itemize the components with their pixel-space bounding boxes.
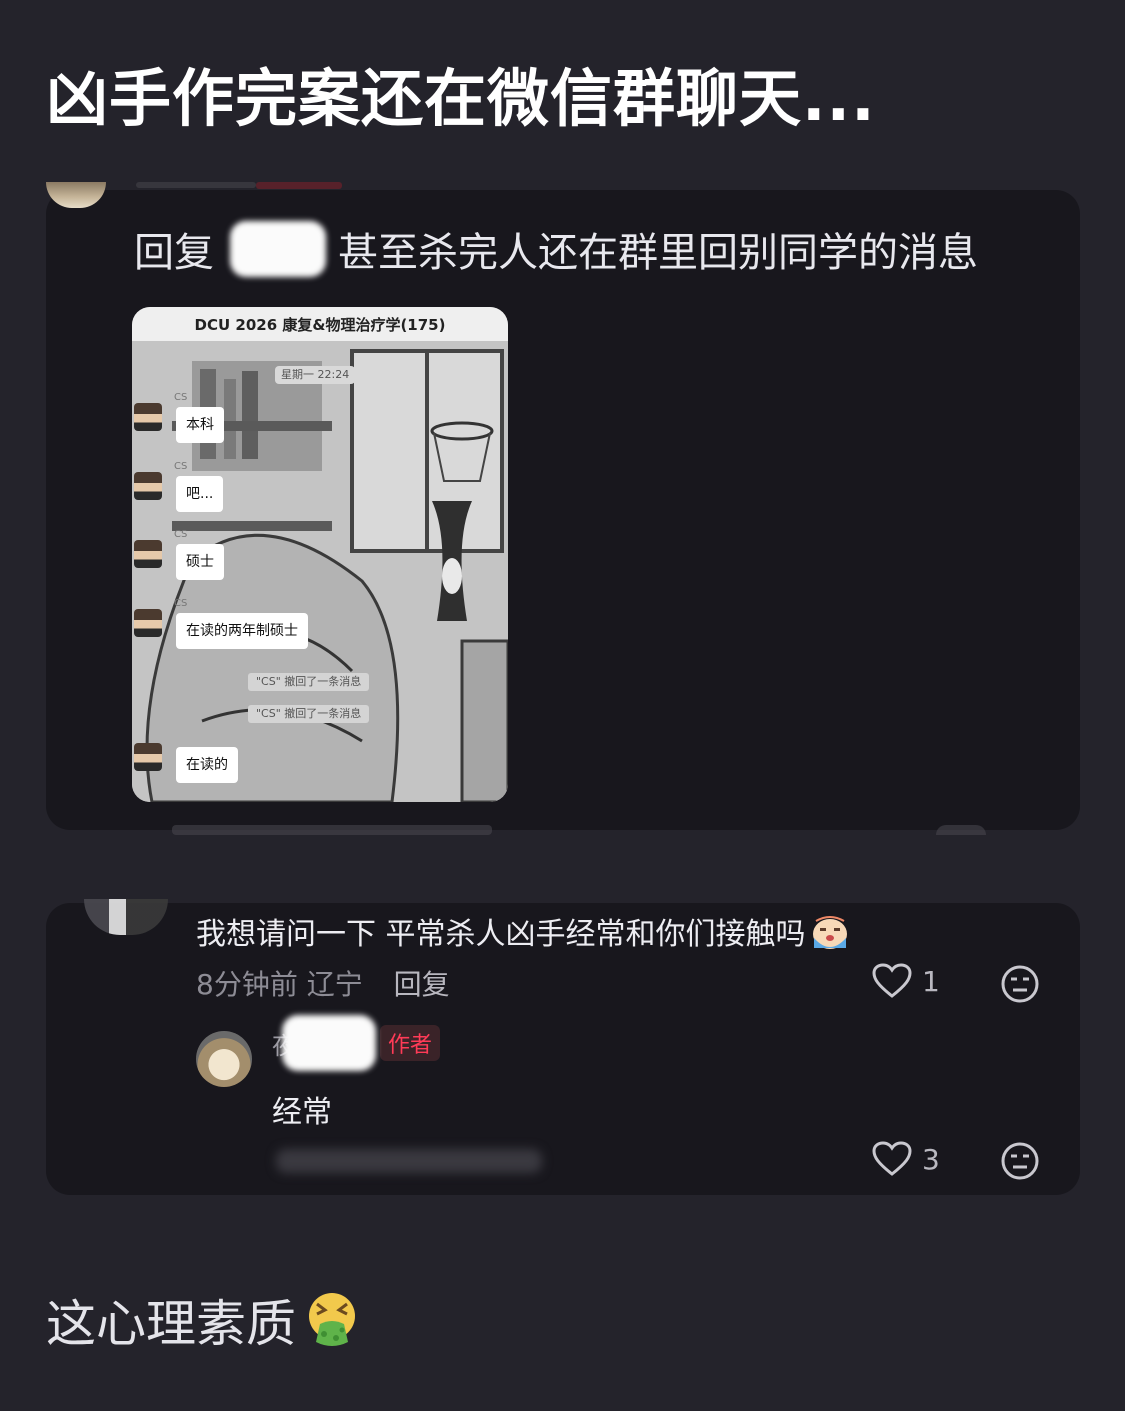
heart-icon — [872, 963, 912, 998]
redacted-meta — [276, 1149, 542, 1173]
message-bubble: 在读的 — [176, 747, 238, 783]
recall-notice: "CS" 撤回了一条消息 — [248, 673, 370, 691]
redacted-author-name — [282, 1015, 376, 1071]
chat-timestamp: 星期一 22:24 — [275, 366, 356, 384]
author-avatar[interactable] — [196, 1031, 252, 1087]
chat-screenshot-image[interactable]: DCU 2026 康复&物理治疗学(175) 星期一 22:24 CS 本科 C… — [132, 307, 508, 802]
author-badge: 作者 — [380, 1025, 441, 1061]
sender-avatar — [134, 540, 162, 568]
cropped-tag — [256, 182, 342, 189]
reply-body: 甚至杀完人还在群里回别同学的消息 — [338, 230, 978, 276]
post-headline: 凶手作完案还在微信群聊天... — [46, 62, 876, 135]
vomiting-face-emoji — [309, 1293, 355, 1346]
message-bubble: 本科 — [176, 407, 224, 443]
author-reply-text: 经常 — [272, 1095, 332, 1130]
like-count: 3 — [922, 1142, 940, 1176]
avatar[interactable] — [46, 182, 106, 208]
footer-text: 这心理素质 — [46, 1295, 296, 1353]
sender-name: CS — [174, 461, 188, 472]
like-button[interactable]: 1 — [872, 963, 940, 999]
heart-icon — [872, 1141, 912, 1176]
sender-avatar — [134, 609, 162, 637]
comment-time: 8分钟前 — [196, 968, 298, 1001]
message-bubble: 硕士 — [176, 544, 224, 580]
group-chat-title: DCU 2026 康复&物理治疗学(175) — [132, 307, 508, 341]
comment-meta: 8分钟前 辽宁 回复 — [196, 963, 450, 1003]
reply-button[interactable]: 回复 — [394, 968, 450, 1001]
comment-body: 我想请问一下 平常杀人凶手经常和你们接触吗 — [196, 917, 806, 952]
meh-face-icon[interactable] — [1000, 1141, 1040, 1181]
cropped-username — [136, 182, 256, 188]
cropped-meta-line — [172, 825, 492, 835]
reply-card: 回复 甚至杀完人还在群里回别同学的消息 DCU 2026 康复&物理治疗学(17… — [46, 182, 1080, 835]
sender-avatar — [134, 472, 162, 500]
message-bubble: 在读的两年制硕士 — [176, 613, 308, 649]
like-button[interactable]: 3 — [872, 1141, 940, 1177]
comment-text: 我想请问一下 平常杀人凶手经常和你们接触吗 — [196, 909, 852, 960]
comment-card: 我想请问一下 平常杀人凶手经常和你们接触吗 8分钟前 辽宁 回复 1 夜 作者 — [46, 899, 1080, 1195]
sender-name: CS — [174, 598, 188, 609]
comment-location: 辽宁 — [306, 968, 363, 1001]
sender-avatar — [134, 743, 162, 771]
like-count: 1 — [922, 964, 940, 998]
redacted-username — [230, 221, 326, 277]
reply-text-line: 回复 甚至杀完人还在群里回别同学的消息 — [134, 220, 978, 278]
message-bubble: 吧... — [176, 476, 224, 512]
crying-emoji-icon — [808, 912, 852, 960]
cropped-like-icon — [936, 825, 986, 835]
commenter-avatar[interactable] — [84, 899, 168, 935]
footer-caption: 这心理素质 — [46, 1284, 362, 1356]
sender-avatar — [134, 403, 162, 431]
author-name-row: 夜 作者 — [272, 1015, 441, 1071]
reply-prefix: 回复 — [134, 230, 214, 276]
recall-notice: "CS" 撤回了一条消息 — [248, 705, 370, 723]
sender-name: CS — [174, 529, 188, 540]
meh-face-icon[interactable] — [1000, 964, 1040, 1004]
sender-name: CS — [174, 392, 188, 403]
